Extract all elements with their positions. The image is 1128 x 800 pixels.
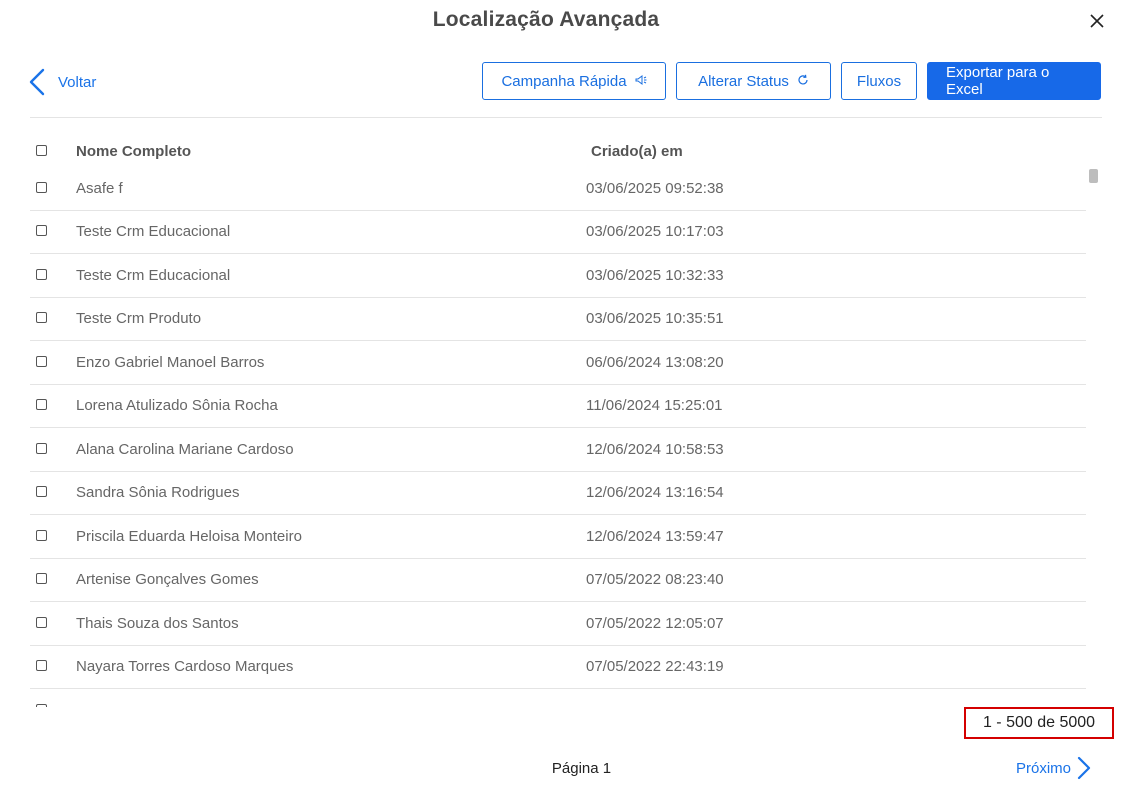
table-header: Nome Completo Criado(a) em	[30, 136, 1086, 166]
row-created: 07/05/2022 12:05:07	[586, 614, 724, 632]
dialog-title: Localização Avançada	[432, 8, 660, 31]
divider	[30, 117, 1102, 118]
page-indicator: Página 1	[551, 760, 612, 777]
back-button[interactable]: Voltar	[28, 68, 96, 96]
row-name: Thais Souza dos Santos	[76, 614, 239, 632]
row-name: Enzo Gabriel Manoel Barros	[76, 353, 265, 371]
alterar-status-button[interactable]: Alterar Status	[676, 62, 831, 100]
export-excel-label: Exportar para o Excel	[946, 64, 1050, 98]
row-checkbox[interactable]	[36, 442, 47, 454]
row-created: 11/06/2024 15:25:01	[586, 397, 723, 415]
row-created: 12/06/2024 13:59:47	[586, 527, 724, 545]
campanha-rapida-button[interactable]: Campanha Rápida	[482, 62, 666, 100]
header-name[interactable]: Nome Completo	[76, 143, 586, 160]
megaphone-icon	[635, 74, 647, 88]
table-row[interactable]: Nayara Torres Cardoso Marques 07/05/2022…	[30, 646, 1086, 689]
alterar-status-label: Alterar Status	[698, 72, 789, 90]
row-name: Priscila Eduarda Heloisa Monteiro	[76, 527, 302, 545]
table-body[interactable]: Asafe f 03/06/2025 09:52:38 Teste Crm Ed…	[30, 167, 1086, 707]
row-checkbox[interactable]	[36, 399, 47, 411]
row-name: Teste Crm Educacional	[76, 223, 231, 241]
table-row[interactable]: Thais Souza dos Santos 07/05/2022 12:05:…	[30, 602, 1086, 646]
row-created: 03/06/2025 10:17:03	[586, 223, 724, 241]
fluxos-label: Fluxos	[856, 72, 902, 90]
export-excel-button[interactable]: Exportar para o Excel	[927, 62, 1101, 100]
next-page-button[interactable]: Próximo	[1016, 756, 1091, 780]
row-checkbox[interactable]	[36, 268, 47, 280]
table-row[interactable]: Enzo Gabriel Manoel Barros 06/06/2024 13…	[30, 341, 1086, 385]
row-name: Nayara Torres Cardoso Marques	[76, 658, 294, 676]
row-checkbox[interactable]	[36, 486, 47, 498]
row-checkbox[interactable]	[36, 573, 47, 585]
row-checkbox[interactable]	[36, 225, 47, 237]
row-checkbox[interactable]	[36, 529, 47, 541]
table-row[interactable]: Sandra Sônia Rodrigues 12/06/2024 13:16:…	[30, 472, 1086, 515]
table-row[interactable]: Priscila Eduarda Heloisa Monteiro 12/06/…	[30, 515, 1086, 559]
table-row[interactable]: Teste Crm Educacional 03/06/2025 10:17:0…	[30, 211, 1086, 254]
chevron-left-icon	[29, 68, 45, 96]
refresh-icon	[797, 74, 809, 89]
table-row[interactable]: Alana Carolina Mariane Cardoso 12/06/202…	[30, 428, 1086, 472]
select-all-checkbox[interactable]	[36, 144, 47, 156]
table-row-partial[interactable]	[30, 689, 1086, 707]
row-created: 06/06/2024 13:08:20	[586, 353, 724, 371]
row-created: 07/05/2022 08:23:40	[586, 571, 724, 589]
results-range: 1 - 500 de 5000	[964, 707, 1114, 739]
table-row[interactable]: Lorena Atulizado Sônia Rocha 11/06/2024 …	[30, 385, 1086, 428]
toolbar: Campanha Rápida Alterar Status Fluxos Ex…	[482, 62, 1101, 100]
row-checkbox[interactable]	[36, 703, 47, 707]
chevron-right-icon	[1077, 756, 1091, 780]
table-row[interactable]: Artenise Gonçalves Gomes 07/05/2022 08:2…	[30, 559, 1086, 602]
row-checkbox[interactable]	[36, 355, 47, 367]
row-created: 12/06/2024 13:16:54	[586, 484, 724, 502]
back-label: Voltar	[58, 73, 97, 91]
scrollbar-thumb[interactable]	[1089, 169, 1098, 183]
row-name: Teste Crm Educacional	[76, 266, 231, 284]
row-name: Teste Crm Produto	[76, 310, 202, 328]
row-name: Sandra Sônia Rodrigues	[76, 484, 240, 502]
row-name: Alana Carolina Mariane Cardoso	[76, 440, 294, 458]
row-created: 03/06/2025 10:35:51	[586, 310, 724, 328]
row-created: 03/06/2025 09:52:38	[586, 179, 724, 197]
header-created[interactable]: Criado(a) em	[586, 143, 1071, 160]
row-checkbox[interactable]	[36, 312, 47, 324]
row-name: Asafe f	[76, 179, 123, 197]
row-created: 07/05/2022 22:43:19	[586, 658, 724, 676]
row-checkbox[interactable]	[36, 616, 47, 628]
row-checkbox[interactable]	[36, 181, 47, 193]
table-row[interactable]: Teste Crm Educacional 03/06/2025 10:32:3…	[30, 254, 1086, 298]
row-created: 03/06/2025 10:32:33	[586, 266, 724, 284]
row-name: Artenise Gonçalves Gomes	[76, 571, 259, 589]
next-label: Próximo	[1016, 759, 1072, 777]
row-checkbox[interactable]	[36, 660, 47, 672]
fluxos-button[interactable]: Fluxos	[841, 62, 917, 100]
row-created: 12/06/2024 10:58:53	[586, 440, 724, 458]
campanha-rapida-label: Campanha Rápida	[501, 72, 627, 90]
row-name: Lorena Atulizado Sônia Rocha	[76, 397, 278, 415]
table-row[interactable]: Asafe f 03/06/2025 09:52:38	[30, 167, 1086, 211]
close-icon[interactable]	[1086, 10, 1108, 32]
table-row[interactable]: Teste Crm Produto 03/06/2025 10:35:51	[30, 298, 1086, 341]
